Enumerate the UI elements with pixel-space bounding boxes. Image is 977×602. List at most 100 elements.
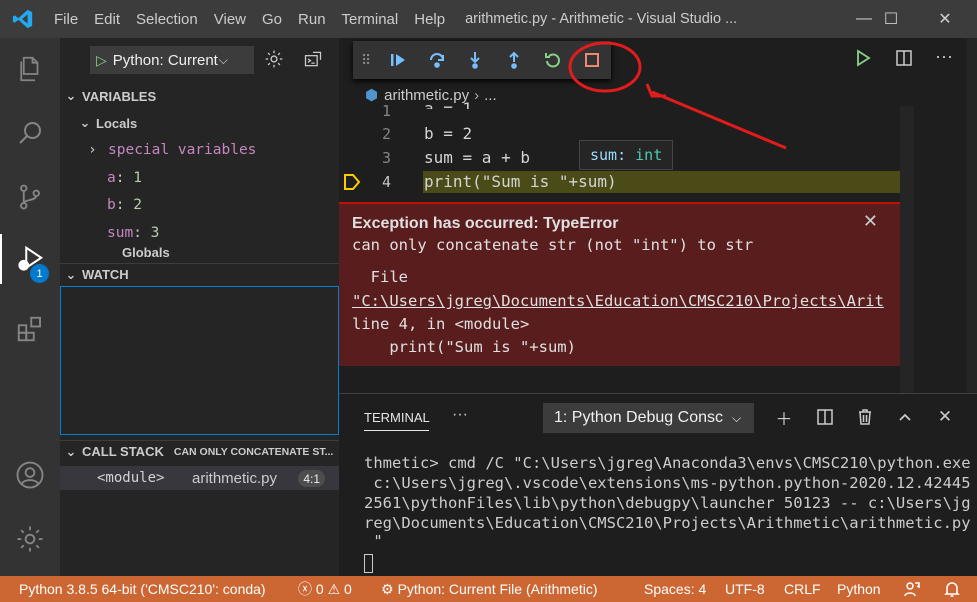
stack-frame-pointer-icon — [343, 172, 361, 195]
more-actions-icon[interactable]: ··· — [935, 46, 953, 67]
variable-hover-tooltip: sum: int — [579, 140, 674, 170]
call-stack-section-header[interactable]: ⌄ CALL STACK CAN ONLY CONCATENATE ST... — [60, 440, 339, 462]
terminal-output-line: 2561\pythonFiles\lib\python\debugpy\laun… — [364, 494, 971, 512]
search-icon[interactable] — [0, 108, 60, 158]
close-icon[interactable]: ✕ — [863, 211, 878, 232]
menu-help[interactable]: Help — [406, 0, 453, 38]
call-stack-frame[interactable]: <module> arithmetic.py 4:1 — [60, 466, 339, 490]
extensions-icon[interactable] — [0, 304, 60, 354]
trash-icon[interactable] — [852, 404, 878, 430]
panel-more-icon[interactable]: ··· — [452, 406, 468, 424]
account-icon[interactable] — [0, 450, 60, 500]
chevron-down-icon: ⌄ — [79, 115, 91, 130]
run-python-file-icon[interactable] — [855, 49, 871, 70]
chevron-down-icon: ⌄ — [65, 443, 77, 459]
menu-view[interactable]: View — [206, 0, 254, 38]
line-number: 3 — [381, 149, 391, 167]
tab-terminal[interactable]: TERMINAL — [364, 410, 430, 425]
locals-scope[interactable]: ⌄ Locals — [74, 112, 138, 134]
activity-bar: 1 — [0, 38, 60, 576]
editor-area: ⠿ ··· ⬢ arithmetic.py › ... 1 2 3 4 a = … — [339, 38, 977, 396]
menu-go[interactable]: Go — [254, 0, 290, 38]
debug-config-label: Python: Current File (Arithmetic) — [112, 51, 219, 69]
manage-gear-icon[interactable] — [0, 514, 60, 564]
callstack-status: CAN ONLY CONCATENATE ST... — [173, 445, 334, 458]
new-terminal-icon[interactable]: ＋ — [771, 404, 797, 430]
menu-terminal[interactable]: Terminal — [334, 0, 407, 38]
indentation-status[interactable]: Spaces: 4 — [644, 576, 706, 602]
close-window-button[interactable]: ✕ — [922, 0, 968, 38]
window-title: arithmetic.py - Arithmetic - Visual Stud… — [465, 11, 738, 27]
debug-config-status[interactable]: ⚙ Python: Current File (Arithmetic) — [381, 576, 598, 602]
line-number: 1 — [381, 102, 391, 120]
code-line[interactable]: b = 2 — [424, 124, 472, 143]
line-number: 4 — [381, 173, 391, 191]
maximize-panel-icon[interactable] — [892, 404, 918, 430]
close-panel-icon[interactable]: ✕ — [932, 404, 958, 430]
debug-config-select[interactable]: ▷ Python: Current File (Arithmetic) ⌵ — [90, 46, 254, 74]
split-editor-icon[interactable] — [895, 49, 913, 70]
title-bar: File Edit Selection View Go Run Terminal… — [0, 0, 977, 38]
run-debug-sidebar: ▷ Python: Current File (Arithmetic) ⌵ ⌄ … — [60, 38, 339, 576]
exception-title: Exception has occurred: TypeError — [352, 215, 619, 232]
exception-code: print("Sum is "+sum) — [352, 338, 576, 356]
chevron-right-icon: › — [88, 142, 97, 158]
status-bar: Python 3.8.5 64-bit ('CMSC210': conda) ⓧ… — [0, 576, 977, 602]
variable-row[interactable]: b: 2 — [107, 194, 142, 216]
maximize-button[interactable]: ☐ — [868, 0, 914, 38]
terminal-output-line: thmetic> cmd /C "C:\Users\jgreg\Anaconda… — [364, 454, 971, 472]
special-variables-node[interactable]: › special variables — [88, 139, 256, 161]
active-view-indicator — [0, 234, 2, 284]
chevron-down-icon: ⌵ — [732, 410, 742, 425]
terminal-cursor — [364, 554, 373, 573]
explorer-icon[interactable] — [0, 44, 60, 94]
exception-file-link[interactable]: "C:\Users\jgreg\Documents\Education\CMSC… — [352, 292, 900, 310]
variable-row[interactable]: a: 1 — [107, 167, 142, 189]
menu-run[interactable]: Run — [290, 0, 334, 38]
eol-status[interactable]: CRLF — [784, 576, 821, 602]
watch-section-header[interactable]: ⌄ WATCH — [60, 263, 339, 285]
split-terminal-icon[interactable] — [812, 404, 838, 430]
encoding-status[interactable]: UTF-8 — [725, 576, 765, 602]
terminal-select[interactable]: 1: Python Debug Consc ⌵ — [543, 403, 754, 433]
chevron-down-icon: ⌄ — [65, 266, 77, 282]
watch-panel[interactable] — [60, 286, 339, 435]
terminal-panel: TERMINAL ··· 1: Python Debug Consc ⌵ ＋ ✕… — [339, 393, 977, 576]
terminal-output-line: c:\Users\jgreg\.vscode\extensions\ms-pyt… — [364, 474, 971, 492]
step-out-button[interactable] — [495, 43, 534, 77]
drag-handle-icon[interactable]: ⠿ — [361, 52, 378, 69]
variable-row[interactable]: sum: 3 — [107, 222, 159, 244]
exception-widget: Exception has occurred: TypeError can on… — [339, 202, 900, 366]
menu-file[interactable]: File — [46, 0, 86, 38]
code-line[interactable]: sum = a + b — [424, 148, 530, 167]
feedback-icon[interactable] — [903, 576, 921, 602]
terminal-output-line: reg\Documents\Education\CMSC210\Projects… — [364, 514, 971, 532]
menu-selection[interactable]: Selection — [128, 0, 206, 38]
continue-button[interactable] — [378, 43, 417, 77]
globals-scope[interactable]: Globals — [122, 246, 170, 258]
notifications-bell-icon[interactable] — [944, 576, 960, 602]
warning-icon: ⚠ — [327, 580, 341, 597]
exception-message: can only concatenate str (not "int") to … — [352, 236, 754, 254]
start-debugging-icon[interactable]: ▷ — [96, 52, 107, 69]
source-control-icon[interactable] — [0, 172, 60, 222]
code-line[interactable]: a = 1 — [424, 99, 472, 109]
code-line[interactable]: print("Sum is "+sum) — [424, 172, 617, 191]
step-over-button[interactable] — [417, 43, 456, 77]
vscode-logo-icon — [0, 0, 46, 38]
error-icon: ⓧ — [298, 581, 312, 597]
open-launch-json-gear-icon[interactable] — [264, 49, 284, 72]
step-into-button[interactable] — [456, 43, 495, 77]
menu-edit[interactable]: Edit — [86, 0, 128, 38]
python-interpreter-status[interactable]: Python 3.8.5 64-bit ('CMSC210': conda) — [19, 576, 266, 602]
variables-section-header[interactable]: ⌄ VARIABLES — [60, 85, 339, 107]
active-tab-underline — [364, 430, 429, 431]
frame-line-badge: 4:1 — [298, 470, 325, 487]
editor-scrollbar[interactable] — [900, 106, 914, 396]
restart-button[interactable] — [534, 43, 573, 77]
breadcrumb-symbols[interactable]: ... — [484, 87, 497, 104]
stop-button[interactable] — [572, 43, 611, 77]
problems-status[interactable]: ⓧ 0 ⚠ 0 — [298, 576, 352, 602]
language-mode-status[interactable]: Python — [837, 576, 881, 602]
debug-console-icon[interactable] — [303, 49, 323, 72]
